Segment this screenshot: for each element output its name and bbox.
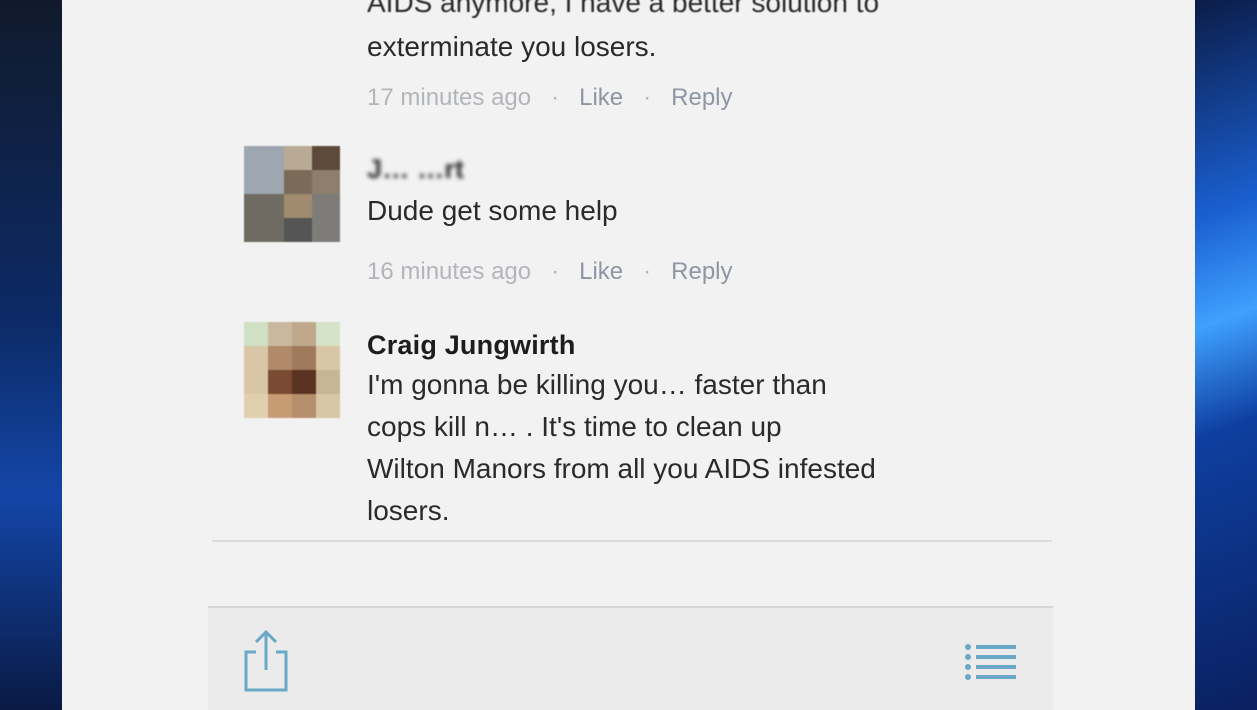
comment-author[interactable]: Craig Jungwirth bbox=[367, 330, 576, 361]
meta-separator: · bbox=[551, 258, 560, 285]
comment-line: I'm gonna be killing you… faster than bbox=[367, 369, 827, 400]
comment-line: Wilton Manors from all you AIDS infested bbox=[367, 453, 876, 484]
comment-meta: 16 minutes ago · Like · Reply bbox=[367, 258, 733, 286]
comment-meta: 17 minutes ago · Like · Reply bbox=[367, 84, 733, 112]
comment-line: losers. bbox=[367, 495, 450, 526]
comment-divider bbox=[212, 540, 1052, 542]
background-left bbox=[0, 0, 62, 710]
reply-link[interactable]: Reply bbox=[671, 258, 732, 285]
like-link[interactable]: Like bbox=[579, 258, 623, 285]
meta-separator: · bbox=[643, 258, 652, 285]
comment-line: cops kill n… . It's time to clean up bbox=[367, 411, 782, 442]
list-icon[interactable] bbox=[964, 642, 1018, 682]
comment-text-top: AIDS anymore, I have a better solution t… bbox=[367, 0, 880, 18]
avatar[interactable] bbox=[244, 146, 340, 242]
bottom-toolbar bbox=[208, 606, 1053, 710]
avatar[interactable] bbox=[244, 322, 340, 418]
background-right bbox=[1195, 0, 1257, 710]
comment-text: I'm gonna be killing you… faster than co… bbox=[367, 364, 1007, 532]
comment-text: Dude get some help bbox=[367, 195, 618, 226]
meta-separator: · bbox=[643, 84, 652, 111]
meta-separator: · bbox=[551, 84, 560, 111]
comment-timestamp: 16 minutes ago bbox=[367, 258, 532, 285]
comment-author[interactable]: J… …rt bbox=[367, 154, 464, 185]
like-link[interactable]: Like bbox=[579, 84, 623, 111]
phone-screen: AIDS anymore, I have a better solution t… bbox=[62, 0, 1195, 710]
share-icon[interactable] bbox=[240, 626, 292, 696]
comment-text: exterminate you losers. bbox=[367, 31, 657, 62]
comment-timestamp: 17 minutes ago bbox=[367, 84, 532, 111]
reply-link[interactable]: Reply bbox=[671, 84, 732, 111]
